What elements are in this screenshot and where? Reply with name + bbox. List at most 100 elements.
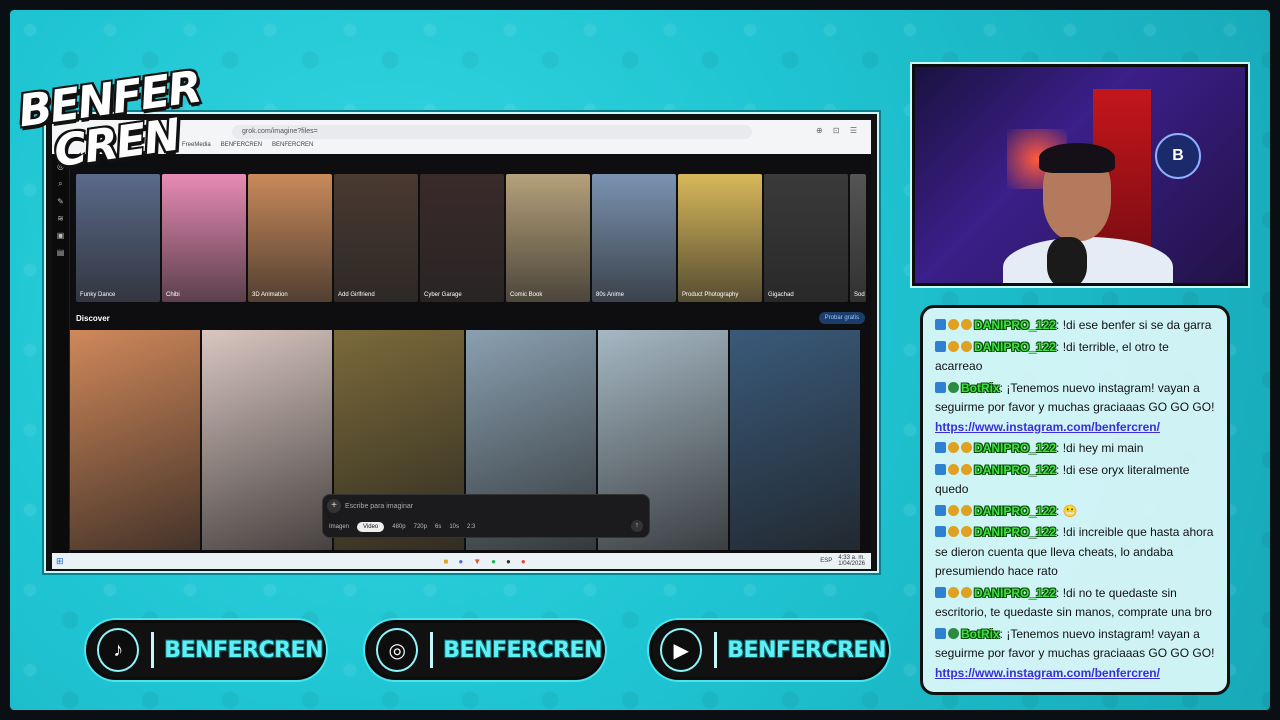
template-card[interactable]: Chibi (162, 174, 246, 302)
badge-icon (935, 627, 946, 639)
option-480p[interactable]: 480p (392, 524, 405, 530)
option-ratio[interactable]: 2:3 (467, 524, 475, 530)
social-instagram[interactable]: ◎ BENFERCREN (365, 620, 605, 680)
template-card[interactable]: Gigachad (764, 174, 848, 302)
divider (714, 632, 718, 668)
badge-icon (961, 340, 972, 352)
chat-text: : 😬 (1056, 503, 1078, 518)
badge-icon (935, 526, 946, 537)
social-handle: BENFERCREN (727, 637, 886, 663)
badge-icon (935, 442, 946, 453)
chat-text: : !di hey mi main (1056, 441, 1144, 455)
template-card[interactable]: Comic Book (506, 174, 590, 302)
windows-taskbar: ⊞ ■ ● ▼ ● ● ● ESP 4:33 a. m. 1/04/2026 (52, 553, 871, 569)
grok-imagine-page: ◎ ⌕ ✎ ≋ ▣ ▤ Funky Dance Chibi 3D Animation… (52, 154, 871, 553)
badge-icon (935, 381, 946, 393)
image-icon[interactable]: ▣ (52, 231, 69, 240)
badge-icon (935, 340, 946, 352)
spotify-app-icon[interactable]: ● (491, 557, 496, 566)
template-gallery: Funky Dance Chibi 3D Animation Add Girlfrie… (76, 174, 866, 302)
chat-message: DANIPRO_122: !di increible que hasta aho… (935, 523, 1217, 582)
try-free-button[interactable]: Probar gratis (818, 312, 865, 324)
template-card[interactable]: Funky Dance (76, 174, 160, 302)
edit-icon[interactable]: ✎ (52, 197, 69, 206)
badge-icon (948, 442, 959, 453)
chat-message: DANIPRO_122: !di ese oryx literalmente q… (935, 461, 1217, 500)
badge-icon (935, 319, 946, 330)
chat-username[interactable]: DANIPRO_122 (974, 318, 1056, 332)
template-label: Gigachad (768, 292, 794, 298)
send-arrow-icon[interactable]: ↑ (631, 520, 643, 532)
bookmark-item[interactable]: BENFERCREN (221, 142, 262, 148)
template-card[interactable]: Cyber Garage (420, 174, 504, 302)
chat-username[interactable]: BotRix (961, 627, 1000, 641)
chat-panel: DANIPRO_122: !di ese benfer si se da gar… (920, 305, 1230, 695)
option-10s[interactable]: 10s (449, 524, 459, 530)
streamer-hair (1039, 143, 1115, 173)
template-label: 3D Animation (252, 292, 288, 298)
chat-username[interactable]: DANIPRO_122 (974, 463, 1056, 477)
windows-start-icon[interactable]: ⊞ (56, 556, 64, 567)
webcam-feed: B (910, 62, 1250, 288)
badge-icon (961, 586, 972, 598)
bookmark-item[interactable]: BENFERCREN (272, 142, 313, 148)
badge-icon (961, 442, 972, 453)
discover-tile-fluffy-creature[interactable] (202, 330, 332, 550)
discover-tile-golden-gate[interactable] (70, 330, 200, 550)
badge-icon (948, 627, 959, 639)
chat-message: DANIPRO_122: 😬 (935, 502, 1217, 522)
option-video[interactable]: Video (357, 522, 385, 532)
search-icon[interactable]: ⌕ (52, 179, 69, 189)
chat-username[interactable]: DANIPRO_122 (974, 586, 1056, 600)
add-icon[interactable]: + (327, 499, 341, 513)
badge-icon (948, 381, 959, 393)
chat-username[interactable]: BotRix (961, 381, 1000, 395)
chat-username[interactable]: DANIPRO_122 (974, 441, 1056, 455)
template-card[interactable]: 80s Anime (592, 174, 676, 302)
chat-username[interactable]: DANIPRO_122 (974, 340, 1056, 354)
chat-username[interactable]: DANIPRO_122 (974, 504, 1056, 518)
chat-link[interactable]: https://www.instagram.com/benfercren/ (935, 420, 1160, 434)
template-card[interactable]: 3D Animation (248, 174, 332, 302)
option-image[interactable]: Imagen (329, 524, 349, 530)
template-label: Sod (854, 292, 865, 298)
badge-icon (935, 504, 946, 516)
option-6s[interactable]: 6s (435, 524, 441, 530)
divider (151, 632, 155, 668)
discover-tile-curly-woman[interactable] (730, 330, 860, 550)
clock[interactable]: 4:33 a. m. 1/04/2026 (838, 555, 865, 567)
folder-icon[interactable]: ▤ (52, 248, 69, 257)
discover-title: Discover (76, 314, 110, 323)
prompt-input[interactable]: Escribe para imaginar (345, 503, 413, 510)
chat-link[interactable]: https://www.instagram.com/benfercren/ (935, 666, 1160, 680)
obs-app-icon[interactable]: ● (506, 557, 511, 566)
brave-app-icon[interactable]: ▼ (473, 557, 481, 566)
chat-message: DANIPRO_122: !di terrible, el otro te ac… (935, 338, 1217, 377)
badge-icon (961, 504, 972, 516)
clock-date: 1/04/2026 (838, 561, 865, 567)
template-label: Chibi (166, 292, 180, 298)
template-card[interactable]: Add Girlfriend (334, 174, 418, 302)
template-card[interactable]: Product Photography (678, 174, 762, 302)
channel-logo: BENFER CREN (6, 62, 216, 180)
chrome-app-icon[interactable]: ● (521, 557, 526, 566)
chat-message: BotRix: ¡Tenemos nuevo instagram! vayan … (935, 379, 1217, 438)
template-label: Cyber Garage (424, 292, 462, 298)
template-card[interactable]: Sod (850, 174, 866, 302)
chat-message: DANIPRO_122: !di no te quedaste sin escr… (935, 584, 1217, 623)
social-tiktok[interactable]: ♪ BENFERCREN (86, 620, 326, 680)
option-720p[interactable]: 720p (414, 524, 427, 530)
language-indicator[interactable]: ESP (820, 558, 832, 564)
microphone-icon (1047, 237, 1087, 283)
address-bar[interactable]: grok.com/imagine?files= (232, 125, 752, 139)
voice-icon[interactable]: ≋ (52, 214, 69, 223)
chat-message: DANIPRO_122: !di ese benfer si se da gar… (935, 316, 1217, 336)
badge-icon (948, 463, 959, 475)
chat-message: DANIPRO_122: !di hey mi main (935, 439, 1217, 459)
chat-username[interactable]: DANIPRO_122 (974, 525, 1056, 539)
discord-app-icon[interactable]: ● (458, 557, 463, 566)
social-youtube[interactable]: ▶ BENFERCREN (649, 620, 889, 680)
template-label: Funky Dance (80, 292, 116, 298)
social-handle: BENFERCREN (443, 637, 602, 663)
folder-app-icon[interactable]: ■ (444, 557, 449, 566)
